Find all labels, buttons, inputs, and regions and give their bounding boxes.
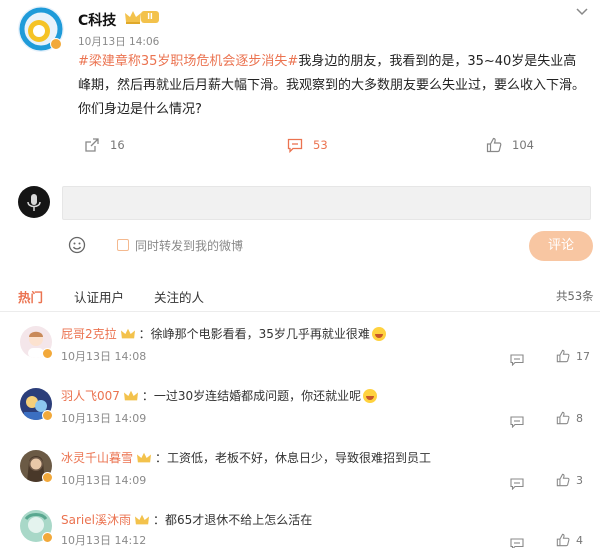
- forward-checkbox-label[interactable]: 同时转发到我的微博: [135, 237, 243, 254]
- verified-badge-icon: [50, 38, 62, 50]
- vip-badge: ll: [141, 11, 159, 23]
- comment-total: 共53条: [556, 289, 594, 303]
- comment-time: 10月13日 14:09: [61, 474, 147, 487]
- comment-text: ：一过30岁连结婚都成问题，你还就业呢: [141, 389, 362, 403]
- reply-icon[interactable]: [510, 351, 524, 367]
- comment-like-button[interactable]: 8: [556, 411, 583, 425]
- commenter-name[interactable]: 屁哥2克拉: [61, 325, 117, 342]
- forward-count: 16: [110, 138, 125, 152]
- divider: [0, 311, 600, 312]
- like-count: 104: [512, 138, 534, 152]
- current-user-avatar: [18, 186, 50, 218]
- comment-like-button[interactable]: 17: [556, 349, 590, 363]
- comment-button[interactable]: 53: [287, 136, 328, 154]
- reply-icon[interactable]: [510, 535, 524, 548]
- thumbs-up-icon: [486, 137, 502, 153]
- crown-icon: [124, 9, 142, 25]
- comment-icon: [287, 138, 303, 153]
- thumbs-up-icon: [556, 349, 570, 363]
- comment-text: ：工资低，老板不好，休息日少，导致很难招到员工: [155, 451, 432, 465]
- tab-verified-users[interactable]: 认证用户: [74, 287, 124, 306]
- comment-time: 10月13日 14:09: [61, 412, 147, 425]
- comment-text: ：都65才退休不给上怎么活在: [152, 513, 313, 527]
- like-button[interactable]: 104: [486, 136, 534, 154]
- thumbs-up-icon: [556, 533, 570, 547]
- forward-icon: [85, 138, 99, 152]
- comment-like-count: 8: [576, 411, 583, 425]
- forward-checkbox[interactable]: [117, 239, 129, 251]
- verified-badge-icon: [42, 348, 53, 359]
- verified-badge-icon: [42, 472, 53, 483]
- hashtag-link[interactable]: #梁建章称35岁职场危机会逐步消失#: [78, 54, 298, 69]
- thumbs-up-icon: [556, 411, 570, 425]
- post-body: #梁建章称35岁职场危机会逐步消失#我身边的朋友，我看到的是，35~40岁是失业…: [78, 50, 588, 122]
- thumbs-up-icon: [556, 473, 570, 487]
- comment-time: 10月13日 14:08: [61, 350, 147, 363]
- commenter-name[interactable]: 冰灵千山暮雪: [61, 449, 133, 466]
- crown-icon: [120, 328, 135, 338]
- submit-comment-button[interactable]: 评论: [529, 231, 593, 261]
- comment-count: 53: [313, 138, 328, 152]
- crown-icon: [123, 390, 138, 400]
- emoji-icon[interactable]: [68, 236, 86, 254]
- chevron-down-icon[interactable]: [575, 2, 589, 16]
- comment-line: 屁哥2克拉 ：徐峥那个电影看看，35岁几乎再就业很难: [61, 325, 386, 342]
- reply-icon[interactable]: [510, 413, 524, 429]
- commenter-name[interactable]: 羽人飞007: [61, 387, 120, 404]
- verified-badge-icon: [42, 532, 53, 543]
- reply-icon[interactable]: [510, 475, 524, 491]
- laugh-emoji-icon: [371, 326, 386, 341]
- comment-time: 10月13日 14:12: [61, 534, 147, 547]
- comment-line: 羽人飞007 ：一过30岁连结婚都成问题，你还就业呢: [61, 387, 378, 404]
- commenter-name[interactable]: Sariel溪沐雨: [61, 511, 131, 528]
- comment-like-count: 4: [576, 533, 583, 547]
- comment-like-count: 3: [576, 473, 583, 487]
- laugh-emoji-icon: [363, 388, 378, 403]
- tab-hot[interactable]: 热门: [18, 287, 43, 306]
- post-time[interactable]: 10月13日 14:06: [78, 34, 159, 49]
- comment-input[interactable]: [62, 186, 591, 220]
- comment-like-count: 17: [576, 349, 590, 363]
- comment-line: 冰灵千山暮雪 ：工资低，老板不好，休息日少，导致很难招到员工: [61, 449, 431, 466]
- comment-like-button[interactable]: 3: [556, 473, 583, 487]
- forward-button[interactable]: 16: [84, 136, 125, 154]
- comment-like-button[interactable]: 4: [556, 533, 583, 547]
- author-name[interactable]: C科技: [78, 10, 116, 30]
- crown-icon: [137, 452, 152, 462]
- comment-line: Sariel溪沐雨 ：都65才退休不给上怎么活在: [61, 511, 312, 528]
- crown-icon: [134, 514, 149, 524]
- comment-text: ：徐峥那个电影看看，35岁几乎再就业很难: [138, 327, 370, 341]
- verified-badge-icon: [42, 410, 53, 421]
- tab-following[interactable]: 关注的人: [154, 287, 204, 306]
